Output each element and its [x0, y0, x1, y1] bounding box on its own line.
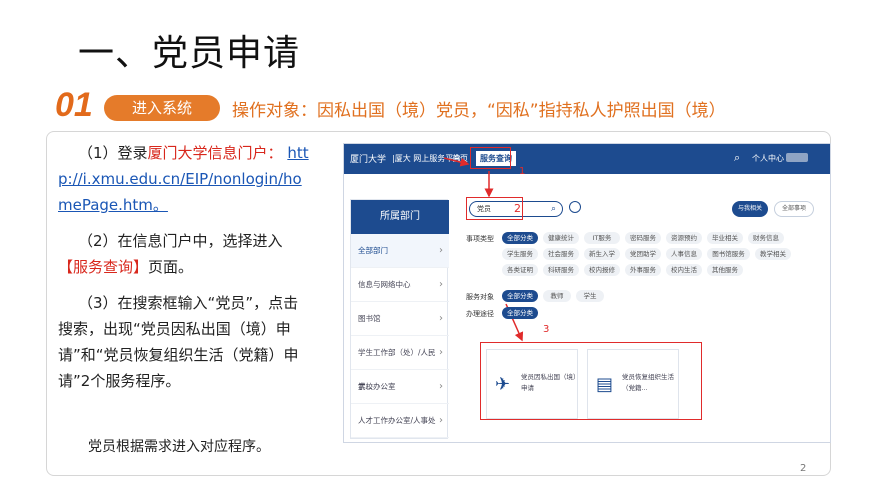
type-chip[interactable]: 教学相关 [755, 248, 791, 260]
all-items-button[interactable]: 全部事项 [774, 201, 814, 217]
type-chip[interactable]: 党团助学 [625, 248, 661, 260]
note: 党员根据需求进入对应程序。 [88, 439, 270, 455]
sidebar-title: 所属部门 [351, 200, 449, 234]
airplane-icon: ✈ [495, 374, 511, 395]
sidebar-item-label: 信息与网络中心 [358, 280, 411, 289]
card-title: 党员因私出国（境）申请 [521, 373, 577, 392]
target-chip[interactable]: 教师 [543, 290, 571, 302]
type-chip[interactable]: IT服务 [584, 232, 620, 244]
page-number: 2 [800, 463, 807, 474]
sidebar-item-label: 图书馆 [358, 314, 381, 323]
type-chip[interactable]: 资源预约 [666, 232, 702, 244]
chevron-right-icon: › [439, 381, 443, 392]
document-icon: ▤ [596, 374, 614, 395]
search-icon[interactable]: ⌕ [734, 151, 740, 165]
type-chip[interactable]: 社会服务 [543, 248, 579, 260]
chevron-right-icon: › [439, 245, 443, 256]
sidebar-item-office[interactable]: 学校办公室 › [351, 370, 449, 404]
subject-line: 操作对象：因私出国（境）党员，“因私”指持私人护照出国（境） [232, 101, 726, 121]
type-chip[interactable]: 校内生活 [666, 264, 702, 276]
search-icon[interactable]: ⌕ [551, 202, 556, 216]
portal-topbar: 厦门大学 |厦大 网上服务平台 首页 服务查询 ⌕ 个人中心 [344, 144, 830, 174]
sidebar-item-all[interactable]: 全部部门 › [351, 234, 449, 268]
type-chip[interactable]: 学生服务 [502, 248, 538, 260]
step-number: 01 [55, 86, 93, 124]
user-avatar[interactable] [786, 153, 808, 162]
instructions: （1）登录厦门大学信息门户： http://i.xmu.edu.cn/EIP/n… [58, 140, 310, 404]
portal-name: 厦门大学信息门户： [147, 144, 283, 162]
type-chip[interactable]: 其他服务 [707, 264, 743, 276]
type-chip[interactable]: 外事服务 [625, 264, 661, 276]
instruction-1: （1）登录厦门大学信息门户： http://i.xmu.edu.cn/EIP/n… [58, 140, 310, 218]
portal-screenshot: 厦门大学 |厦大 网上服务平台 首页 服务查询 ⌕ 个人中心 1 所属部门 全部… [343, 143, 831, 443]
type-chip[interactable]: 毕业相关 [707, 232, 743, 244]
sidebar-item-label: 学校办公室 [358, 382, 396, 391]
department-sidebar: 所属部门 全部部门 › 信息与网络中心 › 图书馆 › 学生工作部（处）/人民武...… [350, 199, 449, 439]
nav-home[interactable]: 首页 [452, 153, 468, 164]
related-to-me-button[interactable]: 与我相关 [732, 201, 768, 217]
type-chip[interactable]: 新生入学 [584, 248, 620, 260]
sidebar-item-personnel[interactable]: 人才工作办公室/人事处 › [351, 404, 449, 438]
sidebar-item-label: 人才工作办公室/人事处 [358, 416, 436, 425]
target-chip[interactable]: 全部分类 [502, 290, 538, 302]
instruction-2: （2）在信息门户中，选择进入【服务查询】页面。 [58, 228, 310, 280]
sidebar-item-library[interactable]: 图书馆 › [351, 302, 449, 336]
slide-title: 一、党员申请 [78, 33, 301, 74]
refresh-icon[interactable] [569, 201, 581, 213]
type-chip[interactable]: 全部分类 [502, 232, 538, 244]
channel-row-label: 办理途径 [466, 310, 494, 318]
instruction-2-prefix: （2）在信息门户中，选择进入 [78, 232, 283, 250]
marker-2: 2 [514, 202, 521, 215]
instruction-1-prefix: （1）登录 [78, 144, 148, 162]
target-chip[interactable]: 学生 [576, 290, 604, 302]
type-row-label: 事项类型 [466, 235, 494, 243]
instruction-3: （3）在搜索框输入“党员”，点击搜索，出现“党员因私出国（境）申请”和“党员恢复… [58, 294, 299, 390]
channel-chip[interactable]: 全部分类 [502, 307, 538, 319]
type-chip[interactable]: 人事信息 [666, 248, 702, 260]
marker-3: 3 [543, 324, 550, 335]
type-chip[interactable]: 密码服务 [625, 232, 661, 244]
sidebar-item-student-affairs[interactable]: 学生工作部（处）/人民武... › [351, 336, 449, 391]
service-query-highlight: 【服务查询】 [58, 258, 149, 276]
service-card-restore[interactable]: ▤ 党员恢复组织生活（党籍... [587, 349, 679, 419]
user-center[interactable]: 个人中心 [752, 153, 784, 164]
service-card-abroad[interactable]: ✈ 党员因私出国（境）申请 [486, 349, 578, 419]
instruction-2-suffix: 页面。 [148, 258, 194, 276]
chevron-right-icon: › [439, 279, 443, 290]
platform-name: |厦大 网上服务平台 [392, 154, 462, 163]
marker-box-1 [470, 147, 511, 169]
type-chip[interactable]: 科研服务 [543, 264, 579, 276]
card-title: 党员恢复组织生活（党籍... [622, 373, 674, 392]
target-row-label: 服务对象 [466, 293, 494, 301]
type-chip[interactable]: 校内报修 [584, 264, 620, 276]
type-chip[interactable]: 财务信息 [748, 232, 784, 244]
sidebar-item-network[interactable]: 信息与网络中心 › [351, 268, 449, 302]
slide: 一、党员申请 01 进入系统 操作对象：因私出国（境）党员，“因私”指持私人护照… [0, 0, 880, 501]
chevron-right-icon: › [439, 347, 443, 358]
sidebar-item-label: 全部部门 [358, 246, 388, 255]
type-chip[interactable]: 健康统计 [543, 232, 579, 244]
marker-1: 1 [519, 166, 526, 177]
type-chip[interactable]: 图书馆服务 [707, 248, 750, 260]
chevron-right-icon: › [439, 313, 443, 324]
portal-logo: 厦门大学 [350, 155, 387, 165]
step-label: 进入系统 [104, 95, 220, 121]
chevron-right-icon: › [439, 415, 443, 426]
type-chip[interactable]: 各类证明 [502, 264, 538, 276]
